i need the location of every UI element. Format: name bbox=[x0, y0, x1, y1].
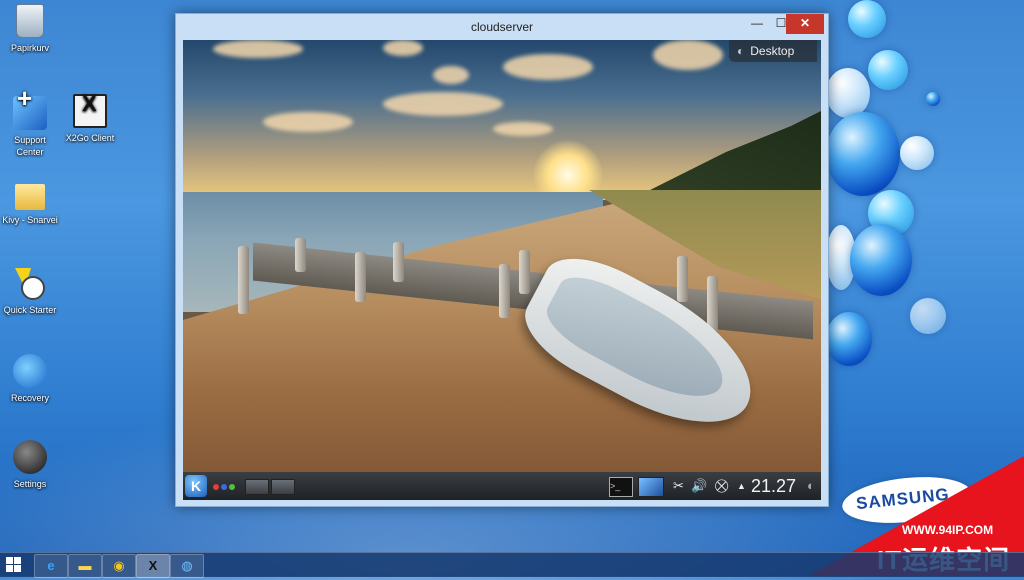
chrome-icon[interactable]: ◉ bbox=[102, 554, 136, 578]
scissors-icon[interactable]: ✂ bbox=[673, 478, 684, 494]
wallpaper-orb bbox=[850, 224, 912, 296]
remote-desktop-area[interactable]: ◐ Desktop K >_ ✂ 🔊 ⛒ ▲ 21.27 ◐ bbox=[183, 40, 821, 500]
wallpaper-orb bbox=[900, 136, 934, 170]
desktop-icon-label: Recovery bbox=[10, 393, 49, 403]
desktop-icon-label: Kivy - Snarvei bbox=[2, 215, 58, 225]
folder-icon bbox=[15, 184, 45, 210]
x2go-icon[interactable]: X bbox=[136, 554, 170, 578]
wallpaper-cloud bbox=[383, 92, 503, 116]
jetty-post bbox=[238, 246, 249, 314]
windows-taskbar: e ▬ ◉ X ◍ bbox=[0, 552, 1024, 578]
jetty-post bbox=[677, 256, 688, 302]
virtual-desktop-1[interactable] bbox=[245, 479, 269, 495]
jetty-post bbox=[499, 264, 510, 318]
wallpaper-cloud bbox=[653, 40, 723, 70]
network-disconnected-icon[interactable]: ⛒ bbox=[715, 478, 728, 494]
activity-dot-icon[interactable] bbox=[229, 484, 235, 490]
wallpaper-orb bbox=[826, 68, 870, 118]
desktop-icon-recovery[interactable]: Recovery bbox=[0, 354, 66, 404]
quick-starter-icon bbox=[13, 266, 47, 300]
kde-icon[interactable]: K bbox=[185, 475, 207, 497]
wallpaper-cloud bbox=[383, 40, 423, 56]
x2go-icon bbox=[73, 94, 107, 128]
start-button[interactable] bbox=[6, 557, 22, 573]
wallpaper-cloud bbox=[503, 54, 593, 80]
remote-session-window[interactable]: cloudserver — ☐ ✕ ◐ Desktop K >_ ✂ 🔊 ⛒ ▲… bbox=[175, 13, 829, 507]
virtual-desktop-2[interactable] bbox=[271, 479, 295, 495]
minimize-button[interactable]: — bbox=[744, 14, 770, 34]
network-icon[interactable]: ◍ bbox=[170, 554, 204, 578]
kde-desktop-toolbox[interactable]: ◐ Desktop bbox=[729, 40, 817, 62]
jetty-post bbox=[295, 238, 306, 272]
desktop-icon-quick-starter[interactable]: Quick Starter bbox=[0, 266, 66, 316]
window-title: cloudserver bbox=[470, 20, 534, 34]
volume-icon[interactable]: 🔊 bbox=[691, 478, 707, 494]
panel-clock[interactable]: 21.27 bbox=[751, 475, 796, 497]
watermark-url: WWW.94IP.COM bbox=[902, 523, 994, 537]
wallpaper-orb bbox=[826, 112, 900, 196]
wallpaper-orb bbox=[868, 50, 908, 90]
activity-dot-icon[interactable] bbox=[213, 484, 219, 490]
tray-expand-icon[interactable]: ▲ bbox=[737, 478, 746, 494]
desktop-icon-label: Quick Starter bbox=[3, 305, 57, 315]
kde-panel: K >_ ✂ 🔊 ⛒ ▲ 21.27 ◐ bbox=[183, 472, 821, 500]
wallpaper-orb bbox=[910, 298, 946, 334]
jetty-post bbox=[355, 252, 366, 302]
recovery-icon bbox=[13, 354, 47, 388]
window-titlebar[interactable]: cloudserver — ☐ ✕ bbox=[176, 14, 828, 40]
ie-icon[interactable]: e bbox=[34, 554, 68, 578]
display-icon[interactable] bbox=[638, 477, 664, 497]
desktop-badge-label: Desktop bbox=[750, 44, 795, 58]
close-button[interactable]: ✕ bbox=[786, 14, 824, 34]
explorer-icon[interactable]: ▬ bbox=[68, 554, 102, 578]
wallpaper-cloud bbox=[213, 40, 303, 58]
wallpaper-orb bbox=[926, 92, 940, 106]
desktop-icon-recycle-bin[interactable]: Papirkurv bbox=[0, 4, 66, 54]
desktop-icon-x2go-client[interactable]: X2Go Client bbox=[54, 94, 126, 144]
terminal-icon[interactable]: >_ bbox=[609, 477, 633, 497]
activity-dot-icon[interactable] bbox=[221, 484, 227, 490]
wallpaper-orb bbox=[826, 312, 872, 366]
desktop-icon-label: Papirkurv bbox=[10, 43, 49, 53]
desktop-icon-label: Settings bbox=[13, 479, 47, 489]
desktop-icon-label: X2Go Client bbox=[65, 133, 115, 143]
recycle-bin-icon bbox=[16, 4, 44, 38]
support-center-icon bbox=[13, 92, 47, 130]
settings-icon bbox=[13, 440, 47, 474]
desktop-icon-kivy[interactable]: Kivy - Snarvei bbox=[0, 178, 66, 226]
desktop-icon-settings[interactable]: Settings bbox=[0, 440, 66, 490]
wallpaper-cloud bbox=[493, 122, 553, 136]
jetty-post bbox=[393, 242, 404, 282]
wallpaper-orb bbox=[848, 0, 886, 38]
cashew-icon[interactable]: ◐ bbox=[807, 478, 815, 494]
cashew-icon: ◐ bbox=[737, 44, 745, 58]
wallpaper-cloud bbox=[433, 66, 469, 84]
wallpaper-cloud bbox=[263, 112, 353, 132]
desktop-icon-label: Support Center bbox=[14, 135, 46, 157]
jetty-post bbox=[519, 250, 530, 294]
